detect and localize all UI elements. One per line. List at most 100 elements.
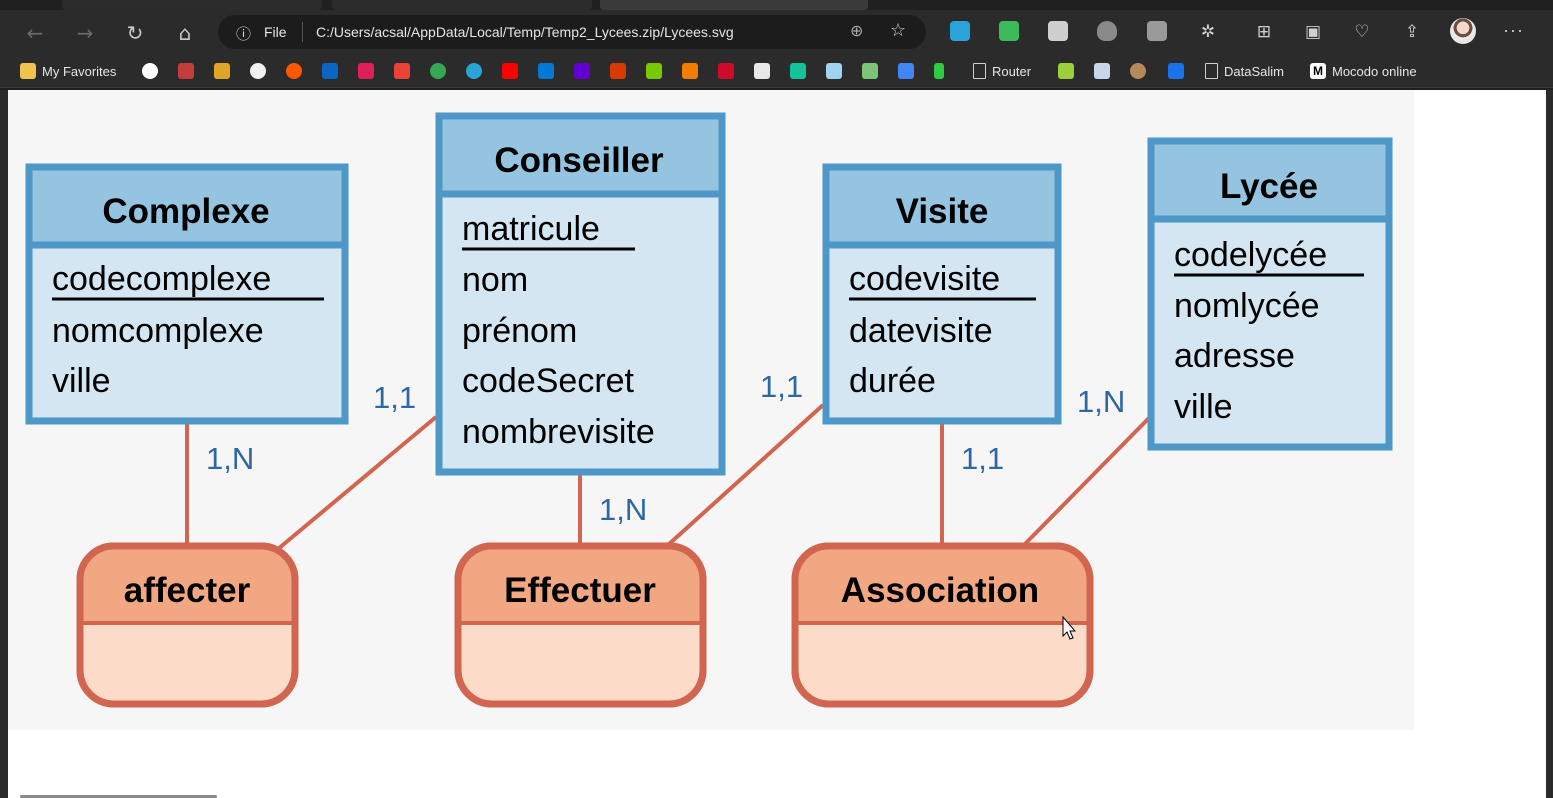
entity-attribute: adresse — [1174, 337, 1295, 375]
office-icon[interactable] — [610, 63, 626, 79]
entity-identifier: matricule — [462, 210, 600, 248]
extension-icon[interactable] — [1048, 21, 1068, 41]
telegram-icon[interactable] — [466, 63, 482, 79]
bookmark-icon[interactable] — [682, 63, 698, 79]
association-effectuer[interactable]: Effectuer — [454, 542, 707, 708]
entity-title: Lycée — [1220, 167, 1318, 206]
entity-attribute: ville — [52, 362, 111, 400]
cardinality-label: 1,N — [599, 492, 647, 527]
extension-icon[interactable] — [999, 21, 1019, 41]
association-affecter[interactable]: affecter — [76, 542, 299, 708]
entity-conseiller[interactable]: Conseiller matricule nom prénom codeSecr… — [435, 112, 726, 476]
linkedin-icon[interactable] — [322, 63, 338, 79]
favorite-router[interactable]: Router — [973, 61, 1031, 81]
entity-title: Visite — [896, 192, 989, 231]
bookmark-icon[interactable] — [430, 63, 446, 79]
bookmark-icon[interactable] — [1130, 63, 1146, 79]
entity-lycee[interactable]: Lycée codelycée nomlycée adresse ville — [1147, 137, 1393, 451]
entity-attribute: codeSecret — [462, 362, 635, 400]
entity-attribute: nomlycée — [1174, 287, 1320, 325]
bookmark-icon[interactable] — [1058, 63, 1074, 79]
bookmark-icon[interactable] — [826, 63, 842, 79]
cardinality-label: 1,N — [206, 441, 254, 476]
entity-attribute: nombrevisite — [462, 413, 655, 451]
entity-identifier: codevisite — [849, 260, 1000, 298]
favorite-datasalim[interactable]: DataSalim — [1205, 61, 1284, 81]
bookmark-icon[interactable] — [178, 63, 194, 79]
page-icon — [1205, 63, 1218, 79]
home-icon[interactable]: ⌂ — [172, 20, 198, 46]
zoom-icon[interactable]: ⊕ — [850, 21, 863, 40]
entity-attribute: nom — [462, 261, 528, 299]
google-icon[interactable] — [142, 63, 158, 79]
share-icon[interactable]: ⇪ — [1400, 20, 1424, 44]
web-capture-icon[interactable]: ▣ — [1301, 20, 1325, 44]
window-border — [1546, 90, 1553, 798]
grammarly-icon[interactable] — [790, 63, 806, 79]
ublock-icon[interactable] — [1097, 21, 1117, 41]
reddit-icon[interactable] — [286, 63, 302, 79]
info-icon[interactable]: ⓘ — [236, 23, 251, 44]
extension-icon[interactable] — [1147, 21, 1167, 41]
bookmark-icon[interactable] — [862, 63, 878, 79]
bookmark-icon[interactable] — [934, 63, 944, 79]
browser-tab[interactable] — [332, 0, 592, 10]
browser-tab[interactable] — [62, 0, 322, 10]
association-title: Effectuer — [504, 571, 656, 610]
github-icon[interactable] — [250, 63, 266, 79]
reload-icon[interactable]: ↻ — [122, 20, 148, 46]
association-association[interactable]: Association — [791, 542, 1094, 708]
cardinality-label: 1,1 — [760, 369, 803, 404]
link-conseiller-affecter — [276, 415, 438, 551]
mcd-diagram: 1,N 1,1 1,N 1,1 1,1 1,N Complexe codecom… — [25, 112, 1393, 708]
favorites-bar: My Favorites Router DataSalim M Mocodo o… — [0, 55, 1553, 88]
yahoo-icon[interactable] — [574, 63, 590, 79]
more-menu-icon[interactable]: ··· — [1503, 20, 1524, 41]
tab-strip — [0, 0, 1553, 10]
browser-essentials-icon[interactable]: ♡ — [1350, 20, 1374, 44]
extensions-puzzle-icon[interactable]: ✲ — [1196, 20, 1220, 44]
extension-icon[interactable] — [950, 21, 970, 41]
slack-icon[interactable] — [358, 63, 374, 79]
favorite-label: My Favorites — [42, 63, 117, 79]
back-icon[interactable]: ← — [22, 20, 48, 46]
outlook-icon[interactable] — [538, 63, 554, 79]
svg-canvas: 1,N 1,1 1,N 1,1 1,1 1,N Complexe codecom… — [8, 90, 1414, 730]
association-title: Association — [841, 571, 1039, 610]
profile-avatar[interactable] — [1450, 18, 1476, 44]
youtube-icon[interactable] — [502, 63, 518, 79]
address-url[interactable]: C:/Users/acsal/AppData/Local/Temp/Temp2_… — [316, 24, 734, 40]
link-lycee-association — [1022, 416, 1151, 547]
entity-complexe[interactable]: Complexe codecomplexe nomcomplexe ville — [25, 163, 349, 425]
huawei-icon[interactable] — [718, 63, 734, 79]
favorite-label: DataSalim — [1224, 63, 1284, 79]
browser-tab-active[interactable] — [600, 0, 868, 10]
cardinality-label: 1,N — [1077, 384, 1125, 419]
bookmark-icon[interactable] — [1094, 63, 1110, 79]
collections-icon[interactable]: ⊞ — [1252, 20, 1276, 44]
entity-attribute: datevisite — [849, 312, 993, 350]
favorite-mocodo-online[interactable]: M Mocodo online — [1310, 61, 1417, 81]
duolingo-icon[interactable] — [646, 63, 662, 79]
forward-icon[interactable]: → — [72, 20, 98, 46]
favorite-my-favorites[interactable]: My Favorites — [20, 61, 116, 81]
entity-attribute: ville — [1174, 388, 1233, 426]
entity-visite[interactable]: Visite codevisite datevisite durée — [822, 163, 1062, 425]
favorite-label: Router — [992, 63, 1032, 79]
address-scheme: File — [264, 24, 287, 40]
association-title: affecter — [124, 571, 251, 610]
mocodo-icon: M — [1310, 63, 1326, 79]
phone-icon[interactable] — [1168, 63, 1184, 79]
favorite-star-icon[interactable]: ☆ — [890, 20, 906, 41]
entity-identifier: codecomplexe — [52, 260, 271, 298]
address-bar[interactable]: ⓘ File C:/Users/acsal/AppData/Local/Temp… — [218, 15, 926, 49]
entity-attribute: nomcomplexe — [52, 312, 264, 350]
page-icon — [973, 63, 986, 79]
bookmark-icon[interactable] — [214, 63, 230, 79]
entity-identifier: codelycée — [1174, 236, 1327, 274]
bookmark-icon[interactable] — [754, 63, 770, 79]
translate-icon[interactable] — [898, 63, 914, 79]
browser-toolbar: ← → ↻ ⌂ ⓘ File C:/Users/acsal/AppData/Lo… — [0, 10, 1553, 55]
gmail-icon[interactable] — [394, 63, 410, 79]
favorite-label: Mocodo online — [1332, 63, 1417, 79]
